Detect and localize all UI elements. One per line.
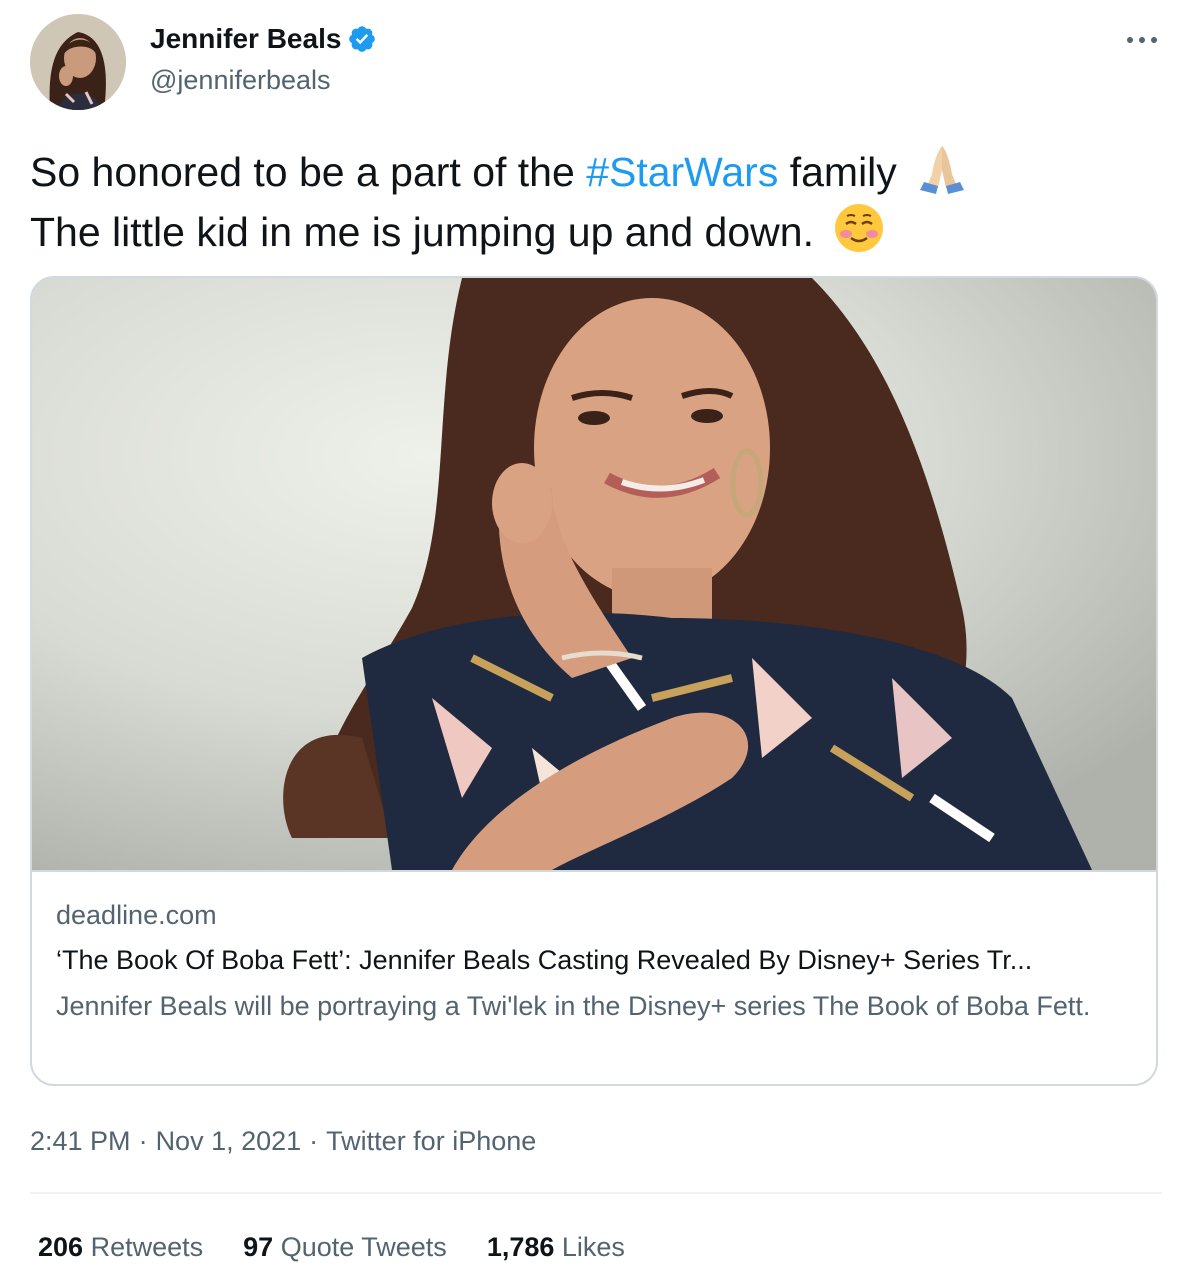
quote-tweets-count: 97: [243, 1232, 274, 1262]
quote-tweets-stat[interactable]: 97 Quote Tweets: [243, 1228, 447, 1266]
avatar[interactable]: [30, 14, 126, 110]
card-title: ‘The Book Of Boba Fett’: Jennifer Beals …: [56, 945, 1033, 975]
display-name[interactable]: Jennifer Beals: [150, 22, 341, 56]
retweets-count: 206: [38, 1232, 84, 1262]
card-domain: deadline.com: [56, 900, 217, 930]
author-name-row[interactable]: Jennifer Beals: [150, 22, 377, 56]
author-handle[interactable]: @jenniferbeals: [150, 64, 331, 96]
link-preview-card[interactable]: deadline.com ‘The Book Of Boba Fett’: Je…: [30, 276, 1158, 1086]
tweet-source[interactable]: Twitter for iPhone: [326, 1126, 536, 1156]
article-photo-icon[interactable]: [32, 278, 1156, 872]
folded-hands-emoji-icon: [914, 140, 970, 196]
likes-count: 1,786: [486, 1232, 555, 1262]
tweet-text-line2: The little kid in me is jumping up and d…: [30, 209, 826, 255]
hashtag-link[interactable]: #StarWars: [586, 149, 778, 195]
verified-badge-icon: [349, 26, 376, 52]
tweet-meta: 2:41 PM · Nov 1, 2021 · Twitter for iPhone: [30, 1122, 536, 1160]
engagement-stats: 206 Retweets 97 Quote Tweets 1,786 Likes: [38, 1228, 625, 1266]
quote-tweets-label: Quote Tweets: [280, 1232, 447, 1262]
smiling-face-emoji-icon: [831, 200, 887, 256]
likes-stat[interactable]: 1,786 Likes: [487, 1228, 625, 1266]
profile-photo-icon: [30, 14, 126, 110]
tweet-date[interactable]: Nov 1, 2021: [156, 1126, 302, 1156]
meta-separator: ·: [138, 1126, 148, 1156]
card-description: Jennifer Beals will be portraying a Twi'…: [56, 991, 1091, 1021]
more-options-button[interactable]: [1122, 20, 1162, 60]
retweets-label: Retweets: [90, 1232, 204, 1262]
tweet-text-part1: So honored to be a part of the: [30, 149, 587, 195]
more-dots-icon: [1127, 37, 1157, 43]
meta-separator: ·: [309, 1126, 319, 1156]
retweets-stat[interactable]: 206 Retweets: [38, 1228, 203, 1266]
tweet-text-part2: family: [778, 149, 909, 195]
divider: [30, 1192, 1162, 1194]
tweet-time[interactable]: 2:41 PM: [30, 1126, 131, 1156]
tweet-text: So honored to be a part of the #StarWars…: [30, 140, 1150, 260]
likes-label: Likes: [561, 1232, 625, 1262]
